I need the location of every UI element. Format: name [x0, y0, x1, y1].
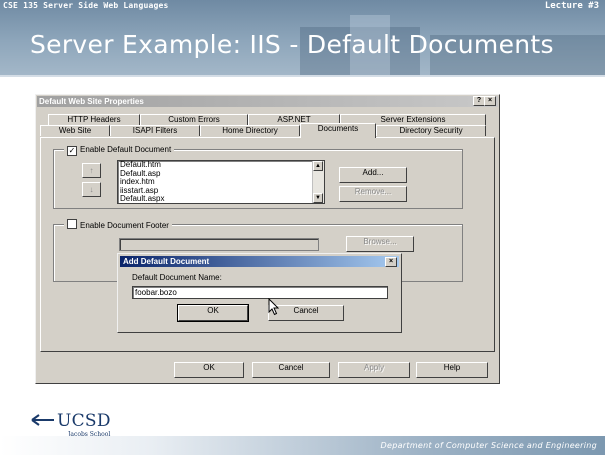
course-label: CSE 135 Server Side Web Languages [3, 1, 169, 10]
add-default-document-dialog: Add Default Document × Default Document … [117, 253, 402, 333]
ucsd-logo: UCSD [57, 411, 111, 431]
list-item[interactable]: Default.aspx [118, 194, 324, 203]
tab-documents[interactable]: Documents [300, 123, 376, 138]
dialog-close-icon[interactable]: × [385, 257, 397, 267]
tab-directory-security[interactable]: Directory Security [376, 125, 486, 136]
enable-document-footer-checkbox[interactable]: Enable Document Footer [64, 219, 172, 231]
scroll-down-icon[interactable]: ▼ [313, 193, 323, 203]
mouse-pointer-icon [268, 298, 280, 316]
checkbox-unchecked-icon [67, 219, 77, 229]
properties-window: Default Web Site Properties ? × HTTP Hea… [35, 94, 500, 384]
department-footer: Department of Computer Science and Engin… [380, 441, 597, 450]
ucsd-trident-icon [31, 414, 54, 426]
checkbox-checked-icon: ✓ [67, 146, 77, 156]
help-button[interactable]: Help [416, 362, 488, 378]
enable-default-document-checkbox[interactable]: ✓ Enable Default Document [64, 144, 175, 156]
tab-web-site[interactable]: Web Site [40, 125, 110, 136]
window-title-bar: Default Web Site Properties [37, 96, 498, 107]
tab-custom-errors[interactable]: Custom Errors [140, 114, 248, 125]
tab-isapi-filters[interactable]: ISAPI Filters [110, 125, 200, 136]
tab-home-directory[interactable]: Home Directory [200, 125, 300, 136]
tab-http-headers[interactable]: HTTP Headers [48, 114, 140, 125]
document-name-input[interactable]: foobar.bozo [132, 286, 388, 299]
list-scrollbar[interactable]: ▲ ▼ [312, 161, 324, 203]
title-divider [0, 75, 605, 77]
default-documents-list[interactable]: Default.htm Default.asp index.htm iissta… [117, 160, 325, 204]
remove-button[interactable]: Remove... [339, 186, 407, 202]
close-icon[interactable]: × [484, 96, 496, 106]
ok-button[interactable]: OK [174, 362, 244, 378]
slide-banner: CSE 135 Server Side Web Languages Lectur… [0, 0, 605, 75]
scroll-up-icon[interactable]: ▲ [313, 161, 323, 171]
dialog-ok-button[interactable]: OK [177, 304, 249, 322]
enable-document-footer-label: Enable Document Footer [80, 221, 169, 230]
document-name-label: Default Document Name: [132, 273, 222, 282]
arrow-up-icon: ↑ [89, 166, 94, 175]
arrow-down-icon: ↓ [89, 185, 94, 194]
lecture-label: Lecture #3 [544, 1, 599, 11]
window-title: Default Web Site Properties [39, 97, 144, 106]
default-document-group: ✓ Enable Default Document ↑ ↓ Default.htm… [53, 144, 463, 209]
move-down-button[interactable]: ↓ [82, 182, 101, 197]
apply-button[interactable]: Apply [338, 362, 410, 378]
slide-title: Server Example: IIS - Default Documents [30, 30, 554, 59]
cancel-button[interactable]: Cancel [252, 362, 330, 378]
footer-path-field[interactable] [119, 238, 319, 251]
add-button[interactable]: Add... [339, 167, 407, 183]
browse-button[interactable]: Browse... [346, 236, 414, 252]
move-up-button[interactable]: ↑ [82, 163, 101, 178]
enable-default-document-label: Enable Default Document [80, 145, 172, 154]
dialog-title: Add Default Document [123, 257, 210, 266]
dialog-title-bar: Add Default Document [120, 256, 399, 267]
